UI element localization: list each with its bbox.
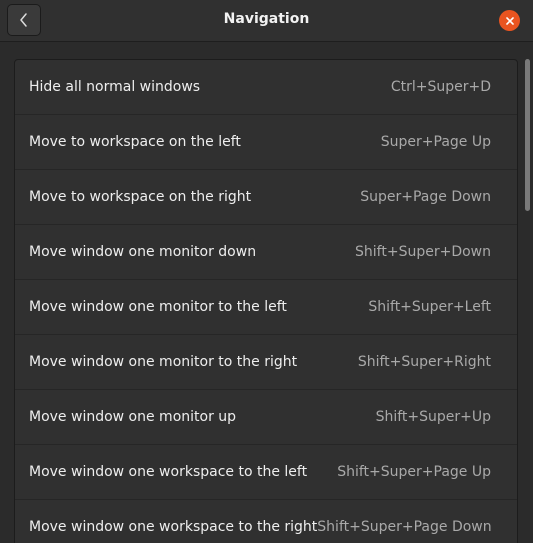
- shortcut-accelerator: Ctrl+Super+D: [390, 79, 491, 95]
- shortcut-name: Move to workspace on the left: [29, 134, 241, 150]
- shortcut-accelerator: Shift+Super+Page Down: [317, 519, 492, 535]
- keyboard-shortcuts-dialog: Navigation Hide all normal windows Ctrl+…: [0, 0, 533, 543]
- vertical-scrollbar[interactable]: [525, 59, 530, 211]
- shortcut-accelerator: Shift+Super+Right: [357, 354, 491, 370]
- shortcut-row[interactable]: Move to workspace on the left Super+Page…: [15, 115, 517, 170]
- shortcut-accelerator: Super+Page Up: [380, 134, 491, 150]
- shortcut-row[interactable]: Hide all normal windows Ctrl+Super+D: [15, 60, 517, 115]
- shortcut-name: Move window one workspace to the right: [29, 519, 318, 535]
- shortcut-accelerator: Shift+Super+Up: [375, 409, 491, 425]
- shortcut-name: Move window one monitor to the right: [29, 354, 298, 370]
- shortcut-name: Move window one monitor down: [29, 244, 257, 260]
- shortcut-row[interactable]: Move window one monitor to the right Shi…: [15, 335, 517, 390]
- shortcut-row[interactable]: Move window one workspace to the right S…: [15, 500, 517, 543]
- shortcut-row[interactable]: Move window one monitor down Shift+Super…: [15, 225, 517, 280]
- close-icon: [505, 16, 514, 25]
- close-button[interactable]: [499, 10, 520, 31]
- shortcut-name: Hide all normal windows: [29, 79, 201, 95]
- shortcut-row[interactable]: Move to workspace on the right Super+Pag…: [15, 170, 517, 225]
- header-bar: Navigation: [0, 0, 533, 42]
- shortcut-accelerator: Super+Page Down: [360, 189, 491, 205]
- shortcut-list: Hide all normal windows Ctrl+Super+D Mov…: [14, 59, 518, 543]
- dialog-title: Navigation: [223, 11, 310, 27]
- shortcut-row[interactable]: Move window one monitor up Shift+Super+U…: [15, 390, 517, 445]
- shortcut-row[interactable]: Move window one monitor to the left Shif…: [15, 280, 517, 335]
- shortcut-name: Move window one monitor to the left: [29, 299, 287, 315]
- shortcut-name: Move window one monitor up: [29, 409, 237, 425]
- scroll-area: Hide all normal windows Ctrl+Super+D Mov…: [0, 42, 533, 543]
- shortcut-name: Move window one workspace to the left: [29, 464, 308, 480]
- shortcut-row[interactable]: Move window one workspace to the left Sh…: [15, 445, 517, 500]
- shortcut-accelerator: Shift+Super+Down: [355, 244, 491, 260]
- shortcut-name: Move to workspace on the right: [29, 189, 252, 205]
- shortcut-accelerator: Shift+Super+Page Up: [337, 464, 491, 480]
- shortcut-accelerator: Shift+Super+Left: [368, 299, 491, 315]
